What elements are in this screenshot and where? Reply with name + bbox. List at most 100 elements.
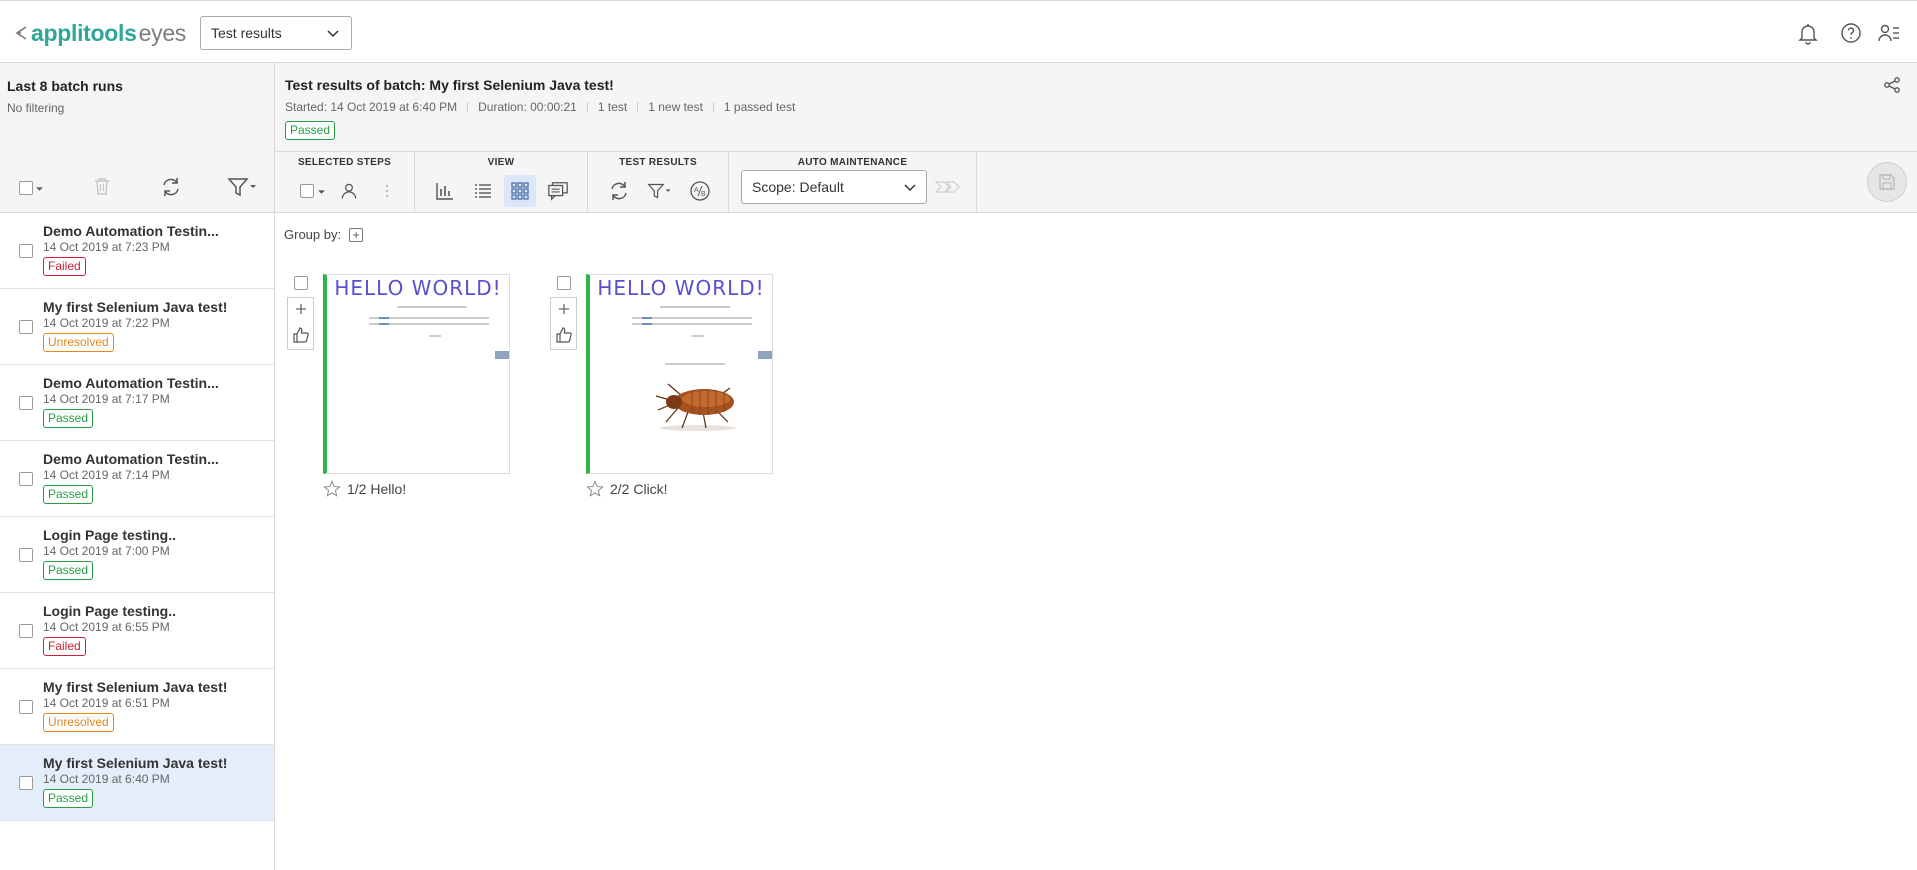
status-badge: Failed bbox=[43, 637, 86, 656]
batch-item[interactable]: Demo Automation Testin... 14 Oct 2019 at… bbox=[0, 441, 274, 517]
select-steps-checkbox[interactable] bbox=[300, 184, 314, 198]
status-badge: Passed bbox=[43, 485, 94, 504]
grid-view-button[interactable] bbox=[504, 175, 536, 207]
batch-date: 14 Oct 2019 at 7:23 PM bbox=[43, 240, 170, 254]
divider bbox=[467, 102, 469, 112]
status-badge: Unresolved bbox=[43, 333, 114, 352]
step-thumbnail[interactable]: HELLO WORLD! bbox=[323, 274, 510, 474]
batch-new-test-count: 1 new test bbox=[648, 100, 703, 114]
filter-icon[interactable] bbox=[227, 176, 259, 198]
ab-compare-icon[interactable]: A B bbox=[684, 175, 716, 207]
user-menu-icon[interactable] bbox=[1877, 21, 1901, 45]
results-filter-icon[interactable] bbox=[642, 175, 678, 207]
batch-name: Demo Automation Testin... bbox=[43, 375, 219, 391]
step-label: 2/2 Click! bbox=[586, 480, 668, 498]
star-icon[interactable] bbox=[586, 480, 604, 498]
batch-checkbox[interactable] bbox=[19, 320, 33, 334]
view-select[interactable]: Test results bbox=[200, 16, 352, 50]
more-options-icon[interactable] bbox=[371, 175, 403, 207]
thumb-link bbox=[642, 323, 652, 325]
plus-icon[interactable] bbox=[295, 303, 307, 315]
share-icon[interactable] bbox=[1883, 76, 1901, 94]
batch-item[interactable]: My first Selenium Java test! 14 Oct 2019… bbox=[0, 289, 274, 365]
save-icon bbox=[1879, 174, 1895, 190]
test-results-label: TEST RESULTS bbox=[619, 157, 697, 168]
list-view-icon[interactable] bbox=[467, 175, 499, 207]
status-badge: Unresolved bbox=[43, 713, 114, 732]
status-badge: Passed bbox=[43, 789, 94, 808]
batch-item-selected[interactable]: My first Selenium Java test! 14 Oct 2019… bbox=[0, 745, 274, 821]
chart-view-icon[interactable] bbox=[429, 175, 461, 207]
batch-date: 14 Oct 2019 at 6:40 PM bbox=[43, 772, 170, 786]
step-actions bbox=[550, 297, 577, 350]
batch-list-title: Last 8 batch runs bbox=[7, 78, 123, 94]
bug-image bbox=[655, 383, 736, 431]
applitools-logo[interactable]: applitools eyes bbox=[14, 19, 186, 47]
batch-item[interactable]: Demo Automation Testin... 14 Oct 2019 at… bbox=[0, 213, 274, 289]
help-icon[interactable] bbox=[1839, 21, 1863, 45]
apply-maintenance-icon[interactable] bbox=[934, 179, 966, 195]
batch-passed-count: 1 passed test bbox=[723, 100, 796, 114]
thumbs-up-icon[interactable] bbox=[555, 326, 573, 344]
status-badge: Passed bbox=[43, 409, 94, 428]
batch-checkbox[interactable] bbox=[19, 776, 33, 790]
logo-product-text: eyes bbox=[138, 19, 187, 46]
view-select-value: Test results bbox=[211, 25, 282, 41]
batch-item[interactable]: Demo Automation Testin... 14 Oct 2019 at… bbox=[0, 365, 274, 441]
batch-checkbox[interactable] bbox=[19, 624, 33, 638]
plus-icon[interactable] bbox=[558, 303, 570, 315]
step-toolbar: SELECTED STEPS VIEW TEST RESULTS A B AUT… bbox=[275, 152, 1917, 213]
thumbs-up-icon[interactable] bbox=[292, 326, 310, 344]
refresh-results-icon[interactable] bbox=[603, 175, 635, 207]
refresh-icon[interactable] bbox=[160, 176, 182, 198]
step-card[interactable]: HELLO WORLD! 2/2 Click! bbox=[548, 274, 773, 497]
group-by: Group by: + bbox=[284, 227, 364, 242]
logo-brand-text: applitools bbox=[31, 19, 137, 46]
add-group-button[interactable]: + bbox=[349, 227, 364, 242]
batch-date: 14 Oct 2019 at 6:55 PM bbox=[43, 620, 170, 634]
batch-item[interactable]: Login Page testing.. 14 Oct 2019 at 7:00… bbox=[0, 517, 274, 593]
step-checkbox[interactable] bbox=[294, 276, 308, 290]
step-card[interactable]: HELLO WORLD! 1/2 Hello! bbox=[285, 274, 510, 497]
batch-item[interactable]: My first Selenium Java test! 14 Oct 2019… bbox=[0, 669, 274, 745]
svg-text:A: A bbox=[694, 187, 699, 194]
top-bar: applitools eyes Test results bbox=[0, 0, 1917, 63]
batch-duration: Duration: 00:00:21 bbox=[478, 100, 577, 114]
bell-icon[interactable] bbox=[1796, 21, 1820, 45]
thumb-line bbox=[660, 306, 730, 308]
batch-date: 14 Oct 2019 at 7:00 PM bbox=[43, 544, 170, 558]
batch-checkbox[interactable] bbox=[19, 244, 33, 258]
save-button[interactable] bbox=[1867, 162, 1907, 202]
select-all-dropdown[interactable] bbox=[19, 181, 44, 195]
view-label: VIEW bbox=[487, 157, 515, 168]
batch-header: Test results of batch: My first Selenium… bbox=[275, 63, 1917, 152]
trash-icon[interactable] bbox=[93, 176, 111, 196]
assign-user-icon[interactable] bbox=[333, 175, 365, 207]
thumb-link bbox=[642, 317, 652, 319]
thumb-line bbox=[665, 363, 725, 365]
scope-select[interactable]: Scope: Default bbox=[741, 170, 927, 204]
step-checkbox[interactable] bbox=[557, 276, 571, 290]
step-actions bbox=[287, 297, 314, 350]
batch-date: 14 Oct 2019 at 7:17 PM bbox=[43, 392, 170, 406]
batch-checkbox[interactable] bbox=[19, 472, 33, 486]
step-thumbnail[interactable]: HELLO WORLD! bbox=[586, 274, 773, 474]
step-name: 2/2 Click! bbox=[610, 481, 668, 497]
selected-steps-label: SELECTED STEPS bbox=[297, 157, 392, 168]
divider bbox=[637, 102, 639, 112]
batch-item[interactable]: Login Page testing.. 14 Oct 2019 at 6:55… bbox=[0, 593, 274, 669]
batch-list-panel: Last 8 batch runs No filtering Demo Auto… bbox=[0, 63, 275, 870]
batch-title: Test results of batch: My first Selenium… bbox=[285, 77, 614, 93]
batch-checkbox[interactable] bbox=[19, 548, 33, 562]
select-all-checkbox[interactable] bbox=[19, 181, 33, 195]
star-icon[interactable] bbox=[323, 480, 341, 498]
batch-date: 14 Oct 2019 at 7:14 PM bbox=[43, 468, 170, 482]
status-badge: Failed bbox=[43, 257, 86, 276]
batch-checkbox[interactable] bbox=[19, 700, 33, 714]
batch-checkbox[interactable] bbox=[19, 396, 33, 410]
batch-started: Started: 14 Oct 2019 at 6:40 PM bbox=[285, 100, 458, 114]
select-steps-dropdown[interactable] bbox=[293, 175, 333, 207]
comments-view-icon[interactable] bbox=[542, 175, 574, 207]
batch-list-header: Last 8 batch runs No filtering bbox=[0, 63, 274, 213]
batch-status-badge: Passed bbox=[285, 121, 336, 140]
